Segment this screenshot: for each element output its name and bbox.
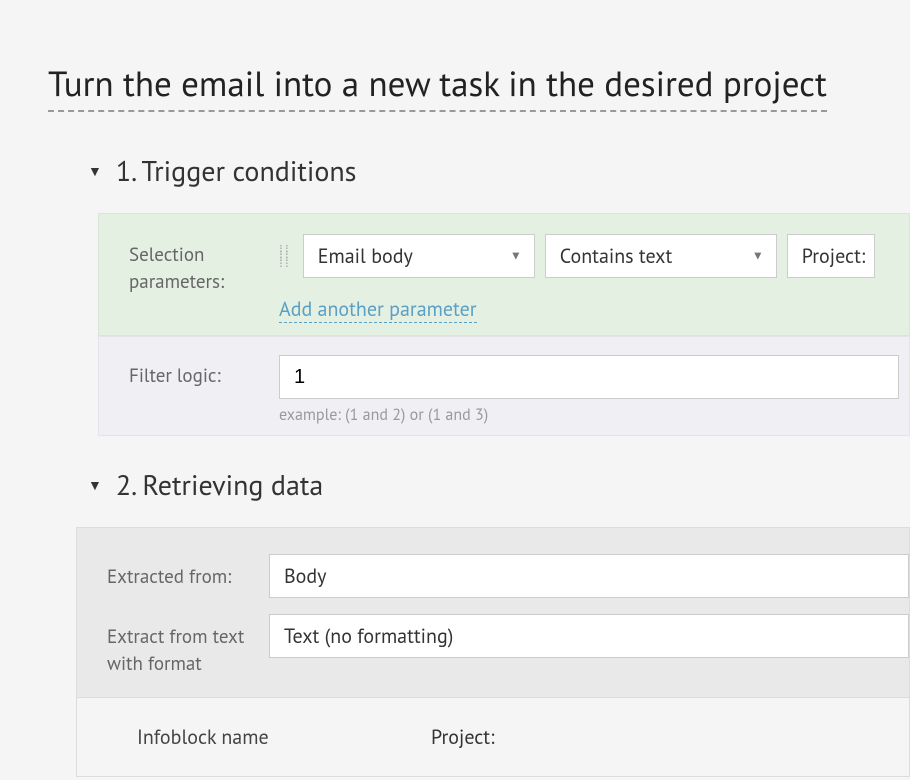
page-title: Turn the email into a new task in the de… [48,60,827,112]
extracted-from-value: Body [284,563,326,589]
selection-params-panel: Selection parameters: ⁞⁞⁞⁞⁞⁞ Email body … [98,213,910,336]
extracted-from-row: Extracted from: Body [77,546,909,606]
extracted-from-label: Extracted from: [107,554,269,591]
param-field-select[interactable]: Email body ▼ [303,234,535,278]
add-parameter-link[interactable]: Add another parameter [279,296,477,323]
extract-format-label: Extract from text with format [107,614,269,677]
filter-logic-label: Filter logic: [129,355,279,390]
trigger-conditions-section: ▼ 1. Trigger conditions Selection parame… [48,152,910,436]
chevron-down-icon: ▼ [510,249,522,264]
extracted-from-select[interactable]: Body [269,554,909,598]
infoblock-name-value[interactable]: Project: [417,716,508,758]
extract-format-value: Text (no formatting) [284,623,453,649]
infoblock-name-label: Infoblock name [137,724,417,750]
chevron-down-icon: ▼ [88,162,102,180]
section-2-header[interactable]: ▼ 2. Retrieving data [88,466,910,503]
section-2-title: 2. Retrieving data [116,466,323,503]
filter-logic-panel: Filter logic: example: (1 and 2) or (1 a… [98,336,910,436]
extract-format-select[interactable]: Text (no formatting) [269,614,909,658]
retrieving-data-panel: Extracted from: Body Extract from text w… [76,527,910,777]
section-1-header[interactable]: ▼ 1. Trigger conditions [88,152,910,189]
extract-format-row: Extract from text with format Text (no f… [77,606,909,685]
chevron-down-icon: ▼ [752,249,764,264]
section-1-title: 1. Trigger conditions [116,152,357,189]
selection-params-label: Selection parameters: [129,234,279,295]
param-field-value: Email body [318,243,413,269]
param-operator-value: Contains text [560,243,672,269]
chevron-down-icon: ▼ [88,476,102,494]
param-value-text: Project: [802,243,865,269]
param-row-1: ⁞⁞⁞⁞⁞⁞ Email body ▼ Contains text ▼ Proj… [279,234,909,278]
drag-handle-icon[interactable]: ⁞⁞⁞⁞⁞⁞ [279,247,291,265]
filter-logic-hint: example: (1 and 2) or (1 and 3) [279,405,909,425]
filter-logic-input[interactable] [279,355,899,399]
param-operator-select[interactable]: Contains text ▼ [545,234,777,278]
param-value-input[interactable]: Project: [787,234,875,278]
infoblock-row: Infoblock name Project: [77,697,909,776]
retrieving-data-section: ▼ 2. Retrieving data Extracted from: Bod… [48,466,910,777]
